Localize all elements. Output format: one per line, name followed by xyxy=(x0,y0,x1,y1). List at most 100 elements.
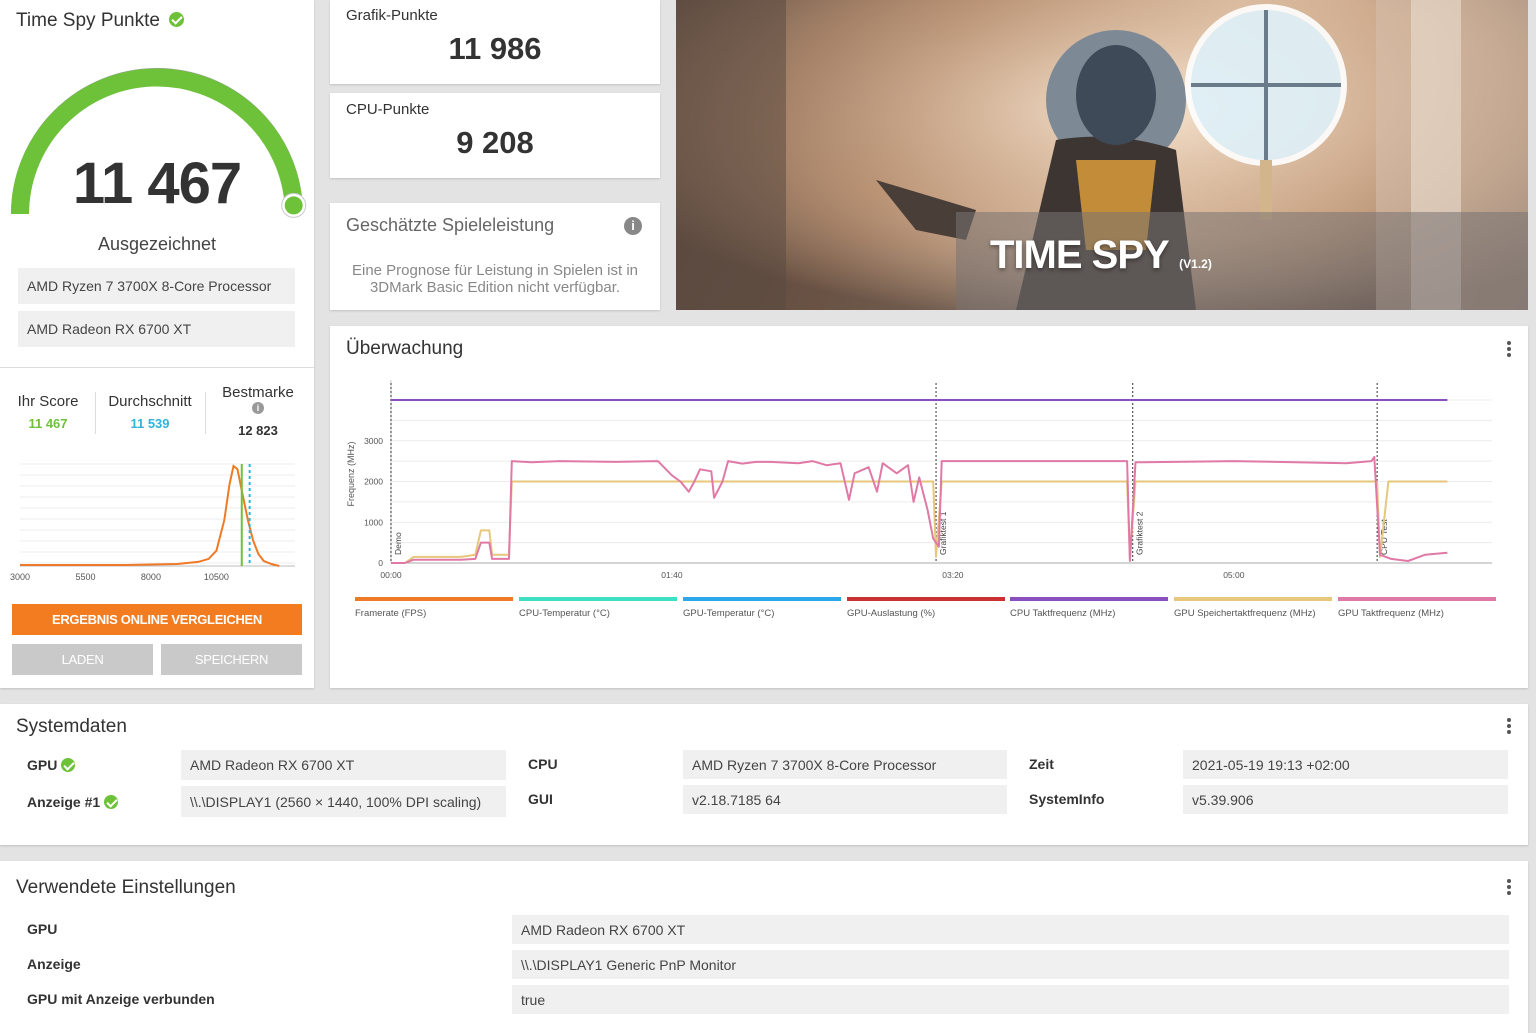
legend-framerate[interactable]: Framerate (FPS) xyxy=(355,597,513,619)
legend-cpu-clock[interactable]: CPU Taktfrequenz (MHz) xyxy=(1010,597,1168,619)
game-estimate-card: Geschätzte Spieleleistung i Eine Prognos… xyxy=(330,203,660,310)
settings-connected-value: true xyxy=(512,985,1509,1014)
monitoring-chart: 0 1000 2000 3000 Frequenz (MHz) 00:00 01:40 03:… xyxy=(346,380,1492,580)
best-value: 12 823 xyxy=(238,423,278,438)
best-label: Bestmarke xyxy=(222,384,294,401)
distribution-chart: 3000 5500 8000 10500 xyxy=(10,463,295,582)
cpu-score-label: CPU-Punkte xyxy=(346,101,430,118)
hero-version: (V1.2) xyxy=(1179,257,1212,271)
y-axis-label: Frequenz (MHz) xyxy=(346,441,356,506)
x-tick-label: 05:00 xyxy=(1223,570,1245,580)
legend-gpu-mem-clock[interactable]: GPU Speichertaktfrequenz (MHz) xyxy=(1174,597,1332,619)
legend-gpu-clock[interactable]: GPU Taktfrequenz (MHz) xyxy=(1338,597,1496,619)
legend-gpu-temp-label: GPU-Temperatur (°C) xyxy=(683,608,775,619)
system-cpu-value: AMD Ryzen 7 3700X 8-Core Processor xyxy=(683,750,1007,779)
section-marker-label: Grafiktest 2 xyxy=(1135,511,1145,555)
system-display-value: \\.\DISPLAY1 (2560 × 1440, 100% DPI scal… xyxy=(181,786,506,817)
score-rating: Ausgezeichnet xyxy=(97,234,217,254)
your-score-label: Ihr Score xyxy=(17,393,79,410)
legend-gpu-load-label: GPU-Auslastung (%) xyxy=(847,608,936,619)
x-tick-label: 10500 xyxy=(204,572,229,582)
system-gui-value: v2.18.7185 64 xyxy=(683,785,1007,814)
legend-gpu-load[interactable]: GPU-Auslastung (%) xyxy=(847,597,1005,619)
monitoring-title: Überwachung xyxy=(346,338,464,359)
hero-banner: TIME SPY (V1.2) xyxy=(676,0,1528,310)
system-display-label: Anzeige #1 xyxy=(27,794,119,810)
your-score-block: Ihr Score 11 467 xyxy=(8,393,88,431)
more-options-icon[interactable] xyxy=(1507,879,1511,897)
settings-display-label: Anzeige xyxy=(27,956,81,972)
graphics-score-label: Grafik-Punkte xyxy=(346,7,438,24)
x-tick-label: 8000 xyxy=(141,572,161,582)
separator-1 xyxy=(95,392,96,434)
section-marker-label: Demo xyxy=(393,532,403,555)
separator-2 xyxy=(205,392,206,434)
divider xyxy=(0,367,314,368)
info-icon[interactable]: i xyxy=(624,217,642,235)
legend-framerate-label: Framerate (FPS) xyxy=(355,608,427,619)
load-button[interactable]: LADEN xyxy=(12,644,153,675)
settings-gpu-label: GPU xyxy=(27,921,58,937)
y-tick-label: 3000 xyxy=(364,436,383,446)
score-title-text: Time Spy Punkte xyxy=(16,10,160,31)
system-gpu-label: GPU xyxy=(27,757,76,773)
best-block: Bestmarke i 12 823 xyxy=(210,384,306,438)
system-gui-label: GUI xyxy=(528,791,553,807)
cpu-score-value: 9 208 xyxy=(456,125,534,160)
save-button[interactable]: SPEICHERN xyxy=(161,644,302,675)
distribution-curve xyxy=(20,464,280,567)
system-sysinfo-label: SystemInfo xyxy=(1029,791,1105,807)
legend-gpu-mem-clock-swatch xyxy=(1174,597,1332,601)
settings-card: Verwendete Einstellungen GPU AMD Radeon … xyxy=(0,861,1528,1033)
legend-gpu-temp-swatch xyxy=(683,597,841,601)
x-tick-label: 01:40 xyxy=(661,570,683,580)
system-time-label: Zeit xyxy=(1029,756,1054,772)
score-panel: Time Spy Punkte 11 467 Ausgezeichnet AMD… xyxy=(0,0,314,688)
settings-display-value: \\.\DISPLAY1 Generic PnP Monitor xyxy=(512,950,1509,979)
cpu-score-card: CPU-Punkte 9 208 xyxy=(330,93,660,178)
your-score-value: 11 467 xyxy=(28,416,68,431)
average-value: 11 539 xyxy=(130,416,170,431)
legend-gpu-mem-clock-label: GPU Speichertaktfrequenz (MHz) xyxy=(1174,608,1316,619)
x-tick-label: 03:20 xyxy=(942,570,964,580)
more-options-icon[interactable] xyxy=(1507,341,1511,359)
legend-gpu-load-swatch xyxy=(847,597,1005,601)
legend-gpu-clock-label: GPU Taktfrequenz (MHz) xyxy=(1338,608,1444,619)
system-time-value: 2021-05-19 19:13 +02:00 xyxy=(1183,750,1508,779)
hero-title-text: TIME SPY xyxy=(990,233,1170,277)
more-options-icon[interactable] xyxy=(1507,718,1511,736)
settings-connected-label: GPU mit Anzeige verbunden xyxy=(27,991,215,1007)
system-sysinfo-value: v5.39.906 xyxy=(1183,785,1508,814)
system-cpu-label: CPU xyxy=(528,756,558,772)
average-block: Durchschnitt 11 539 xyxy=(100,393,200,431)
x-tick-label: 00:00 xyxy=(380,570,402,580)
settings-title: Verwendete Einstellungen xyxy=(16,877,236,898)
graphics-score-card: Grafik-Punkte 11 986 xyxy=(330,0,660,84)
y-tick-label: 2000 xyxy=(364,477,383,487)
settings-gpu-value: AMD Radeon RX 6700 XT xyxy=(512,915,1509,944)
x-tick-label: 3000 xyxy=(10,572,30,582)
legend-cpu-temp[interactable]: CPU-Temperatur (°C) xyxy=(519,597,677,619)
score-title: Time Spy Punkte xyxy=(16,10,185,32)
compare-online-button[interactable]: ERGEBNIS ONLINE VERGLEICHEN xyxy=(12,604,302,635)
legend-cpu-clock-swatch xyxy=(1010,597,1168,601)
legend-gpu-temp[interactable]: GPU-Temperatur (°C) xyxy=(683,597,841,619)
main-score: 11 467 xyxy=(72,151,242,216)
system-data-card: Systemdaten GPU AMD Radeon RX 6700 XT An… xyxy=(0,704,1528,845)
check-icon xyxy=(169,11,185,27)
hero-title: TIME SPY (V1.2) xyxy=(990,233,1212,278)
legend-cpu-clock-label: CPU Taktfrequenz (MHz) xyxy=(1010,608,1116,619)
game-estimate-title: Geschätzte Spieleleistung xyxy=(346,215,555,235)
info-icon[interactable]: i xyxy=(252,402,264,414)
gpu-field: AMD Radeon RX 6700 XT xyxy=(18,311,295,347)
y-tick-label: 0 xyxy=(378,558,383,568)
average-label: Durchschnitt xyxy=(108,393,192,410)
legend-framerate-swatch xyxy=(355,597,513,601)
system-data-title: Systemdaten xyxy=(16,716,127,737)
gpu-clock-line xyxy=(391,456,1448,564)
check-icon xyxy=(61,758,76,773)
legend-gpu-clock-swatch xyxy=(1338,597,1496,601)
legend-cpu-temp-swatch xyxy=(519,597,677,601)
cpu-field: AMD Ryzen 7 3700X 8-Core Processor xyxy=(18,268,295,304)
legend-cpu-temp-label: CPU-Temperatur (°C) xyxy=(519,608,610,619)
